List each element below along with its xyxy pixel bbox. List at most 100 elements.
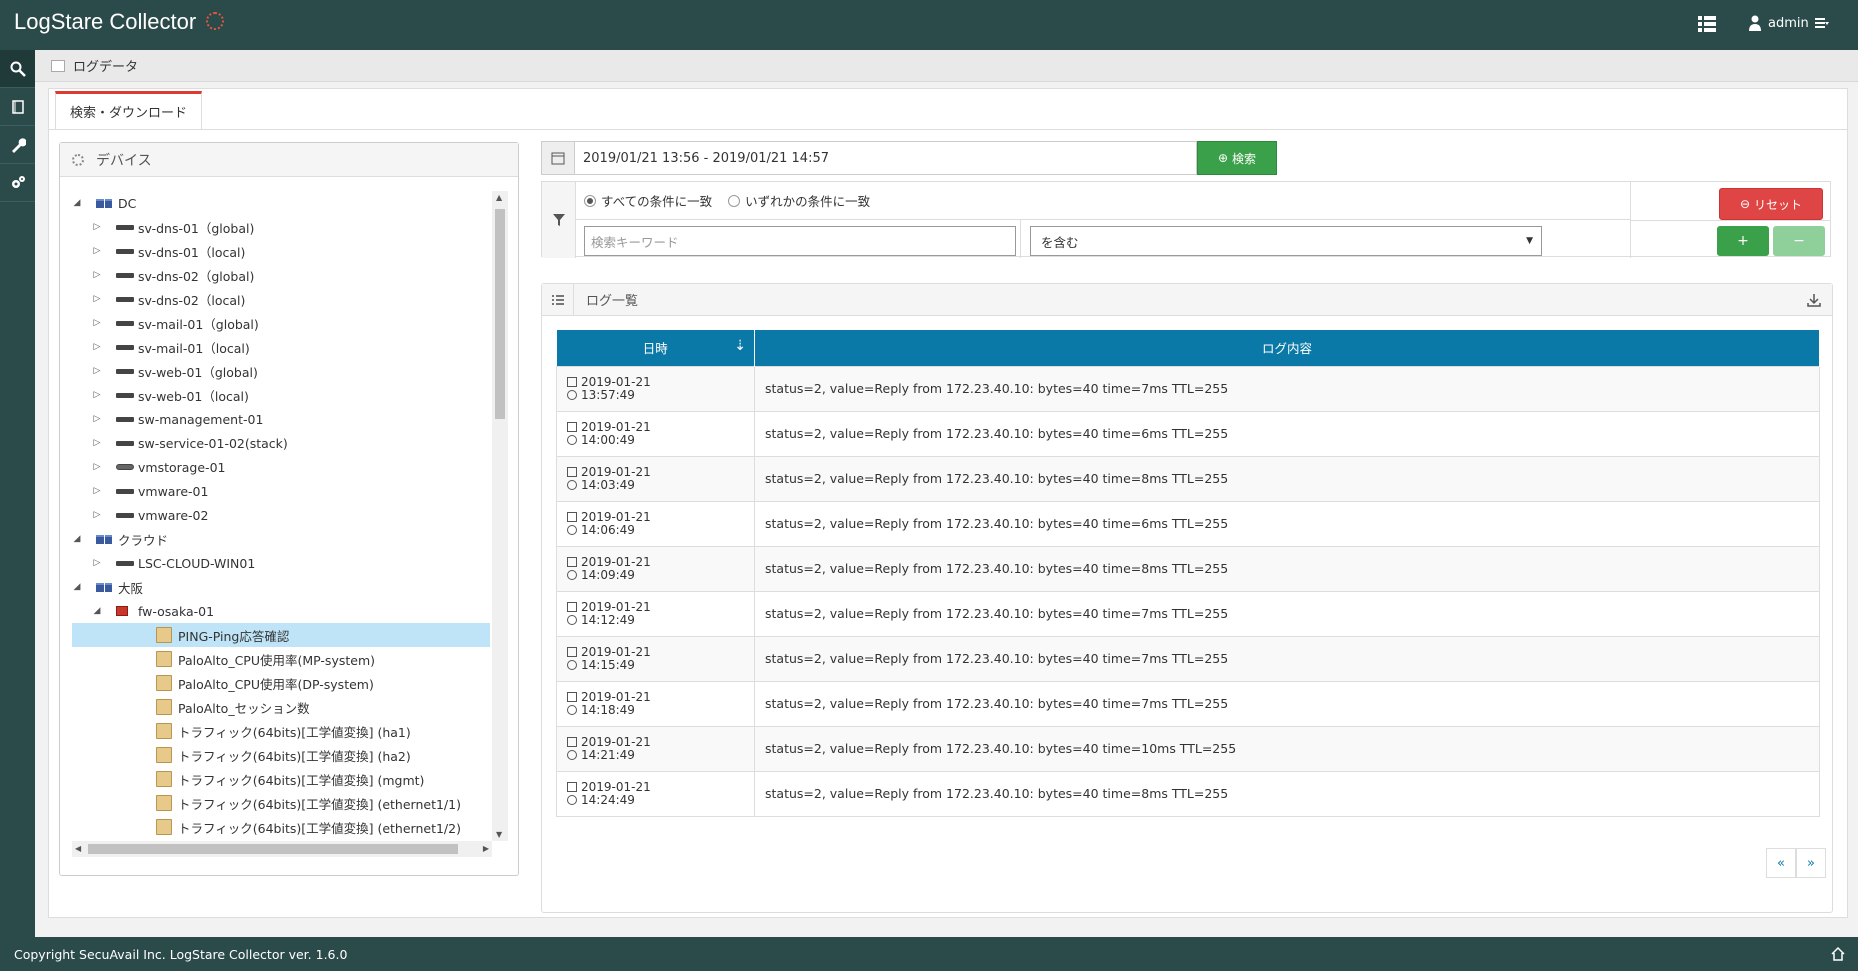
expand-icon[interactable]: ▷ (92, 366, 102, 376)
tree-node[interactable]: トラフィック(64bits)[工学値変換] (ha1) (72, 719, 490, 743)
collapse-icon[interactable]: ◢ (72, 582, 82, 592)
log-row: 2019-01-21 14:12:49 status=2, value=Reply … (556, 590, 1820, 637)
tree-node[interactable]: ▷ sv-web-01（local) (72, 383, 490, 407)
filter-panel: すべての条件に一致 いずれかの条件に一致 検索キーワード を含む ▼ ⊖ リセッ… (541, 181, 1831, 258)
tree-node[interactable]: ▷ sw-service-01-02(stack) (72, 431, 490, 455)
clock-icon (567, 570, 577, 580)
match-all-radio[interactable]: すべての条件に一致 (584, 191, 712, 210)
tree-node[interactable]: ▷ sw-management-01 (72, 407, 490, 431)
tree-vertical-scroll-thumb[interactable] (495, 209, 505, 419)
clock-icon (567, 660, 577, 670)
side-nav-reports[interactable] (0, 88, 35, 126)
tree-node[interactable]: トラフィック(64bits)[工学値変換] (ethernet1/2) (72, 815, 490, 839)
tree-node[interactable]: ▷ sv-mail-01（global) (72, 311, 490, 335)
date-range-input[interactable]: 2019/01/21 13:56 - 2019/01/21 14:57 (575, 141, 1197, 175)
calendar-addon[interactable] (541, 141, 575, 175)
expand-icon[interactable]: ▷ (92, 558, 102, 568)
tree-node[interactable]: ◢ クラウド (72, 527, 490, 551)
tree-node[interactable]: トラフィック(64bits)[工学値変換] (mgmt) (72, 767, 490, 791)
tree-node[interactable]: ▷ sv-dns-01（local) (72, 239, 490, 263)
tree-node[interactable]: トラフィック(64bits)[工学値変換] (ha2) (72, 743, 490, 767)
collapse-icon[interactable]: ◢ (72, 198, 82, 208)
tree-node[interactable]: ▷ vmware-01 (72, 479, 490, 503)
log-date: 2019-01-21 (581, 419, 651, 434)
tree-vertical-scrollbar[interactable]: ▲ ▼ (492, 191, 508, 841)
pager-next-button[interactable]: » (1796, 848, 1826, 878)
log-date: 2019-01-21 (581, 599, 651, 614)
log-content-cell: status=2, value=Reply from 172.23.40.10:… (754, 770, 1820, 817)
tree-node[interactable]: ◢ DC (72, 191, 490, 215)
tree-node[interactable]: ▷ sv-dns-01（global) (72, 215, 490, 239)
tree-node[interactable]: PaloAlto_セッション数 (72, 695, 490, 719)
tree-node[interactable]: ◢ 大阪 (72, 575, 490, 599)
add-condition-button[interactable]: + (1717, 226, 1769, 256)
scroll-left-icon[interactable]: ◀ (75, 844, 81, 853)
scroll-right-icon[interactable]: ▶ (483, 844, 489, 853)
app-title[interactable]: LogStare Collector (14, 9, 196, 35)
tree-node[interactable]: ▷ sv-dns-02（local) (72, 287, 490, 311)
remove-condition-button[interactable]: − (1773, 226, 1825, 256)
calendar-icon (567, 602, 577, 612)
expand-icon[interactable]: ▷ (92, 462, 102, 472)
expand-icon[interactable]: ▷ (92, 414, 102, 424)
device-panel: デバイス ◢ DC ▷ sv-dns-01（global) ▷ sv-dns-01（loc… (59, 142, 519, 876)
list-menu-icon[interactable] (1696, 13, 1718, 35)
sort-icon[interactable]: ⇣ (734, 338, 746, 354)
condition-select[interactable]: を含む ▼ (1030, 226, 1542, 256)
user-menu[interactable]: admin (1748, 15, 1829, 31)
expand-icon[interactable]: ▷ (92, 294, 102, 304)
tree-node-label: sv-mail-01（global) (138, 316, 259, 332)
collapse-icon[interactable]: ◢ (92, 606, 102, 616)
side-nav-search[interactable] (0, 50, 35, 88)
expand-icon[interactable]: ▷ (92, 510, 102, 520)
server-icon (116, 344, 134, 350)
keyword-input[interactable]: 検索キーワード (584, 226, 1016, 256)
expand-icon[interactable]: ▷ (92, 246, 102, 256)
list-icon-cell (542, 283, 574, 316)
expand-icon[interactable]: ▷ (92, 222, 102, 232)
book-icon (11, 99, 24, 114)
scroll-down-icon[interactable]: ▼ (496, 830, 502, 839)
clock-icon (567, 615, 577, 625)
log-date: 2019-01-21 (581, 509, 651, 524)
tree-node[interactable]: ◢ fw-osaka-01 (72, 599, 490, 623)
tree-node[interactable]: ▷ sv-mail-01（local) (72, 335, 490, 359)
tree-node[interactable]: ▷ LSC-CLOUD-WIN01 (72, 551, 490, 575)
tree-node[interactable]: ▷ vmstorage-01 (72, 455, 490, 479)
tree-node[interactable]: PaloAlto_CPU使用率(DP-system) (72, 671, 490, 695)
refresh-icon[interactable] (72, 153, 84, 166)
side-nav-settings[interactable] (0, 126, 35, 164)
expand-icon[interactable]: ▷ (92, 390, 102, 400)
side-nav-system[interactable] (0, 164, 35, 202)
folder-icon (156, 771, 172, 787)
expand-icon[interactable]: ▷ (92, 270, 102, 280)
tree-node[interactable]: ▷ vmware-02 (72, 503, 490, 527)
tree-node[interactable]: トラフィック(64bits)[工学値変換] (ethernet1/1) (72, 791, 490, 815)
pager-prev-button[interactable]: « (1766, 848, 1796, 878)
tab-search-download[interactable]: 検索・ダウンロード (55, 91, 203, 129)
home-icon[interactable] (1830, 946, 1846, 962)
download-icon[interactable] (1806, 292, 1822, 308)
match-any-radio[interactable]: いずれかの条件に一致 (728, 191, 870, 210)
expand-icon[interactable]: ▷ (92, 438, 102, 448)
expand-icon[interactable]: ▷ (92, 318, 102, 328)
tree-node[interactable]: PING-Ping応答確認 (72, 623, 490, 647)
filter-divider (1020, 220, 1021, 258)
storage-icon (116, 464, 134, 470)
tree-node[interactable]: ▷ sv-dns-02（global) (72, 263, 490, 287)
col-datetime[interactable]: 日時 ⇣ (556, 330, 755, 366)
tree-node[interactable]: ▷ sv-web-01（global) (72, 359, 490, 383)
tree-node[interactable]: PaloAlto_CPU使用率(MP-system) (72, 647, 490, 671)
expand-icon[interactable]: ▷ (92, 486, 102, 496)
collapse-icon[interactable]: ◢ (72, 534, 82, 544)
reset-button[interactable]: ⊖ リセット (1719, 188, 1823, 220)
calendar-icon (567, 557, 577, 567)
search-button[interactable]: ⊕ 検索 (1197, 141, 1277, 175)
expand-icon[interactable]: ▷ (92, 342, 102, 352)
log-datetime-cell: 2019-01-21 14:15:49 (556, 635, 755, 682)
tree-horizontal-scroll-thumb[interactable] (88, 844, 458, 854)
log-content-cell: status=2, value=Reply from 172.23.40.10:… (754, 590, 1820, 637)
tree-horizontal-scrollbar[interactable]: ◀ ▶ (72, 841, 492, 857)
server-icon (116, 320, 134, 326)
scroll-up-icon[interactable]: ▲ (496, 193, 502, 202)
